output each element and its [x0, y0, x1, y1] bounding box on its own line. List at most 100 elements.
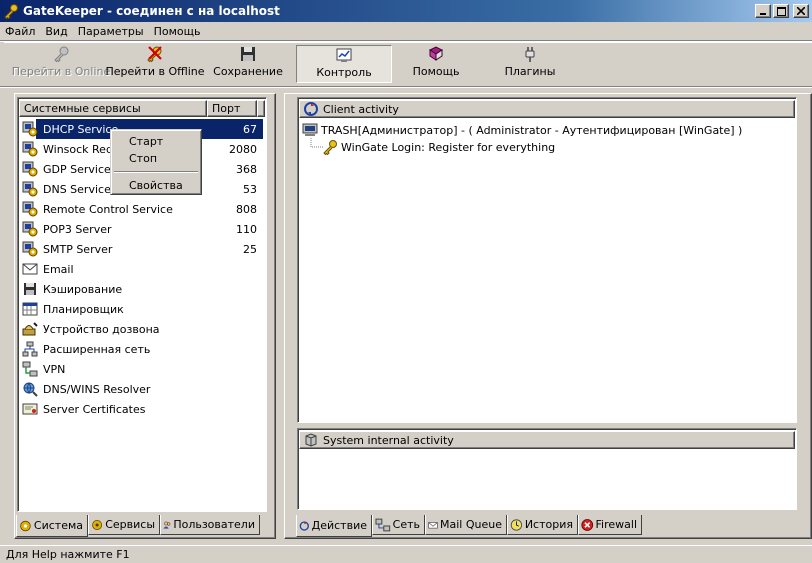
tab-mail-queue[interactable]: Mail Queue [425, 515, 507, 535]
service-name: Устройство дозвона [43, 322, 160, 336]
go-offline-label: Перейти в Offline [105, 65, 205, 78]
tab-users[interactable]: Пользователи [160, 515, 260, 535]
activity-icon [304, 102, 318, 116]
save-button[interactable]: Сохранение [208, 45, 288, 83]
column-header-port-label: Порт [212, 102, 241, 115]
client-entry[interactable]: TRASH[Администратор] - ( Administrator -… [302, 121, 742, 139]
tab-network-label: Сеть [392, 518, 420, 531]
menu-help[interactable]: Помощь [149, 25, 206, 38]
service-gear-icon [22, 121, 38, 137]
plug-icon [525, 47, 535, 62]
service-gear-icon [22, 181, 38, 197]
service-name: Email [43, 262, 74, 276]
service-row[interactable]: Кэширование [20, 279, 263, 299]
help-label: Помощь [412, 65, 460, 78]
service-row[interactable]: Email [20, 259, 263, 279]
tab-action-label: Действие [311, 519, 367, 532]
column-header-port[interactable]: Порт [207, 100, 257, 117]
minimize-icon [760, 13, 766, 15]
client-activity-title: Client activity [323, 102, 399, 116]
vpn-icon [22, 361, 38, 377]
tab-history-label: История [524, 518, 573, 531]
service-row[interactable]: Server Certificates [20, 399, 263, 419]
client-entry-text: TRASH[Администратор] - ( Administrator -… [321, 123, 743, 137]
go-online-label: Перейти в Online [11, 65, 111, 78]
tab-system-label: Система [33, 519, 83, 532]
title-bar[interactable]: GateKeeper - соединен с на localhost [0, 0, 812, 22]
service-row[interactable]: SMTP Server 25 [20, 239, 263, 259]
service-row[interactable]: Планировщик [20, 299, 263, 319]
go-offline-button[interactable]: Перейти в Offline [105, 45, 205, 83]
service-name: Winsock Redi [43, 142, 116, 156]
save-label: Сохранение [213, 65, 283, 78]
toolbar-separator [0, 86, 812, 88]
service-name: SMTP Server [43, 242, 113, 256]
service-name: Remote Control Service [43, 202, 173, 216]
service-name: Server Certificates [43, 402, 146, 416]
column-header-services[interactable]: Системные сервисы [19, 100, 207, 117]
email-icon [22, 263, 38, 275]
key-cross-icon [147, 46, 162, 63]
service-name: DNS/WINS Resolver [43, 382, 151, 396]
key-icon [4, 4, 18, 19]
menu-view[interactable]: Вид [40, 25, 72, 38]
service-row[interactable]: Расширенная сеть [20, 339, 263, 359]
service-row[interactable]: Устройство дозвона [20, 319, 263, 339]
tab-history[interactable]: История [507, 515, 578, 535]
status-text: Для Help нажмите F1 [6, 548, 130, 561]
plugins-button[interactable]: Плагины [490, 45, 570, 83]
service-row[interactable]: POP3 Server 110 [20, 219, 263, 239]
mail-queue-icon [428, 521, 438, 528]
service-row[interactable]: DNS/WINS Resolver [20, 379, 263, 399]
menu-file[interactable]: Файл [0, 25, 40, 38]
computer-icon [302, 123, 318, 136]
close-button[interactable] [793, 4, 809, 18]
tab-system[interactable]: Система [16, 515, 88, 537]
key-icon [54, 46, 69, 63]
tab-users-label: Пользователи [173, 518, 255, 531]
client-sub-entry-text: WinGate Login: Register for everything [341, 140, 556, 154]
window-title: GateKeeper - соединен с на localhost [23, 4, 280, 18]
system-activity-pane[interactable]: System internal activity [297, 428, 797, 510]
context-menu-properties[interactable]: Свойства [113, 177, 199, 194]
cache-disk-icon [24, 283, 36, 295]
tab-network[interactable]: Сеть [372, 515, 425, 535]
service-name: VPN [43, 362, 66, 376]
floppy-disk-icon [241, 47, 255, 61]
tab-firewall[interactable]: Firewall [578, 515, 642, 535]
client-sub-entry[interactable]: WinGate Login: Register for everything [322, 138, 555, 156]
service-port: 67 [243, 122, 257, 136]
go-online-button[interactable]: Перейти в Online [11, 45, 111, 83]
system-activity-title: System internal activity [323, 433, 454, 447]
service-name: Планировщик [43, 302, 124, 316]
context-menu: Старт Стоп Свойства [110, 129, 202, 195]
control-button[interactable]: Контроль [296, 45, 392, 83]
service-name: Кэширование [43, 282, 123, 296]
service-name: DHCP Service [41, 121, 121, 137]
menu-bar: Файл Вид Параметры Помощь [0, 22, 812, 40]
tab-action[interactable]: Действие [296, 515, 372, 537]
service-port: 808 [236, 202, 257, 216]
service-row[interactable]: Remote Control Service 808 [20, 199, 263, 219]
context-menu-start[interactable]: Старт [113, 133, 199, 150]
menu-settings[interactable]: Параметры [73, 25, 149, 38]
maximize-icon [776, 6, 786, 16]
control-label: Контроль [316, 66, 372, 79]
service-gear-icon [22, 241, 38, 257]
minimize-button[interactable] [755, 4, 771, 18]
service-name: POP3 Server [43, 222, 112, 236]
maximize-button[interactable] [773, 4, 789, 18]
service-row[interactable]: VPN [20, 359, 263, 379]
tab-services-label: Сервисы [105, 518, 155, 531]
client-activity-pane[interactable]: Client activity TRASH[Администратор] - (… [297, 97, 797, 423]
users-icon [163, 521, 171, 529]
context-menu-stop[interactable]: Стоп [113, 150, 199, 167]
scheduler-icon [22, 302, 38, 316]
firewall-icon [581, 518, 594, 531]
dialer-icon [22, 322, 38, 336]
server-cube-icon [305, 433, 317, 447]
service-name: DNS Service [43, 182, 111, 196]
help-button[interactable]: Помощь [396, 45, 476, 83]
service-gear-icon [22, 201, 38, 217]
tab-services[interactable]: Сервисы [88, 515, 160, 535]
